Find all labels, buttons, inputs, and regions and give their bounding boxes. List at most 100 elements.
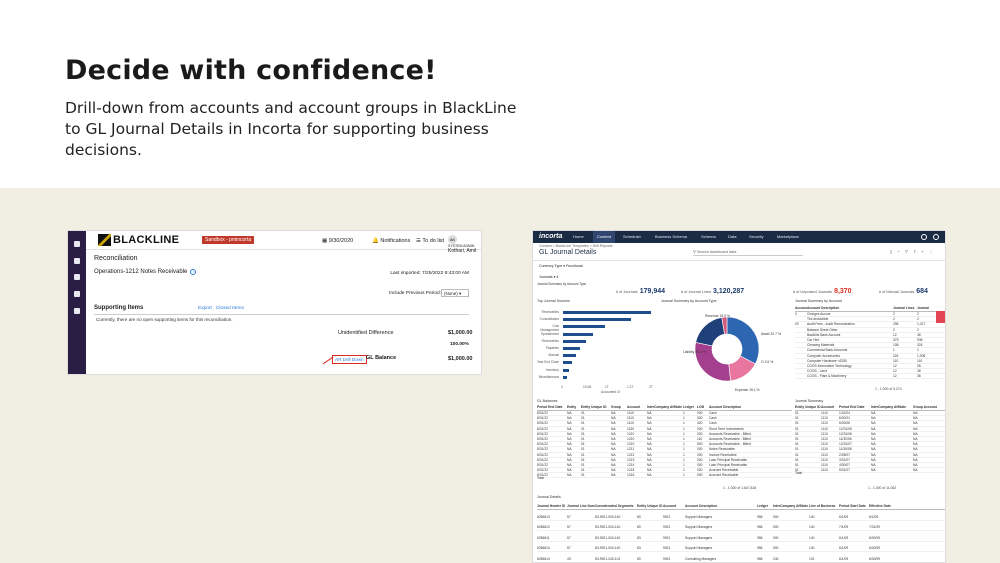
gl-pager[interactable]: 1 - 1,000 of 1,647,818 bbox=[723, 486, 756, 490]
kpi-manual-value: 684 bbox=[916, 288, 928, 295]
column-header[interactable]: Group bbox=[611, 405, 627, 409]
nav-business-schema[interactable]: Business Schema bbox=[655, 234, 687, 239]
column-header[interactable]: Entity Unique ID bbox=[795, 405, 821, 409]
summary-type-heading: Journal Summary by Account Type bbox=[537, 282, 587, 286]
column-header[interactable]: Journal Line Num bbox=[567, 503, 595, 510]
column-header[interactable]: Account bbox=[663, 503, 685, 510]
period-date[interactable]: ▦ 9/30/2020 bbox=[322, 238, 353, 244]
bar[interactable] bbox=[563, 361, 573, 365]
search-icon[interactable] bbox=[74, 241, 80, 247]
nav-scheduler[interactable]: Scheduler bbox=[623, 234, 641, 239]
pie-slice[interactable] bbox=[726, 316, 760, 365]
info-icon[interactable]: i bbox=[190, 269, 197, 275]
pie-slice[interactable] bbox=[695, 317, 725, 347]
table-cell: 956 bbox=[757, 514, 763, 519]
column-header[interactable]: Effective Date bbox=[869, 503, 899, 510]
bar[interactable] bbox=[563, 318, 632, 322]
table-cell: 140 bbox=[809, 535, 815, 540]
breadcrumb[interactable]: Content > BlackLine Templates > Drill Re… bbox=[539, 244, 612, 248]
column-header[interactable]: Account bbox=[795, 306, 807, 310]
nav-marketplace[interactable]: Marketplace bbox=[777, 234, 799, 239]
bar[interactable] bbox=[563, 354, 577, 358]
notifications-button[interactable]: 🔔 Notifications bbox=[372, 238, 410, 244]
column-header[interactable]: Entity Unique ID bbox=[581, 405, 611, 409]
ar-drill-down-link[interactable]: AR Drill Down bbox=[332, 355, 367, 364]
bookmark-icon[interactable]: ▯ bbox=[890, 249, 894, 254]
table-cell: 57 bbox=[567, 525, 571, 529]
summary-pager[interactable]: 1 - 1,000 of 11,062 bbox=[868, 486, 896, 490]
incorta-nav: incorta Home Content Scheduler Business … bbox=[533, 231, 945, 243]
dashboard-icon[interactable] bbox=[74, 274, 80, 280]
table-cell: 9921 bbox=[663, 525, 671, 529]
help-icon[interactable] bbox=[921, 234, 927, 240]
column-header[interactable]: Line of Business bbox=[809, 503, 839, 510]
column-header[interactable]: Concatenated Segments bbox=[595, 503, 637, 510]
nav-home[interactable]: Home bbox=[573, 234, 584, 239]
column-header[interactable]: InterCompany Affiliate bbox=[871, 405, 913, 409]
sandbox-badge: Sandbox - pmincorta bbox=[202, 236, 255, 244]
bar[interactable] bbox=[563, 347, 581, 350]
column-header[interactable]: Account bbox=[821, 405, 839, 409]
page-title: Reconciliation bbox=[94, 255, 138, 262]
table-cell: 83-9921-000-140 bbox=[595, 514, 621, 519]
export-link[interactable]: Export bbox=[198, 306, 212, 311]
pie-slice[interactable] bbox=[694, 342, 731, 382]
table-cell: 01 bbox=[581, 473, 585, 478]
add-icon[interactable]: + bbox=[922, 249, 926, 254]
table-cell: NA bbox=[871, 468, 876, 473]
bar[interactable] bbox=[563, 332, 593, 336]
history-icon[interactable] bbox=[74, 258, 80, 264]
bar[interactable] bbox=[563, 311, 651, 314]
account-pager[interactable]: 1 - 1,000 of 3,274 bbox=[875, 387, 902, 391]
include-prev-select[interactable]: (None) ▾ bbox=[441, 289, 469, 297]
column-header[interactable]: InterCompany Affiliate bbox=[647, 405, 683, 409]
bar[interactable] bbox=[563, 339, 587, 343]
column-header[interactable]: Entity Unique ID bbox=[637, 503, 663, 510]
table-cell: 9921 bbox=[663, 514, 671, 519]
user-menu[interactable]: AK SYSTEM ADMIN Kothari, Amit bbox=[448, 235, 481, 254]
nav-data[interactable]: Data bbox=[728, 234, 736, 239]
nav-schema[interactable]: Schema bbox=[701, 234, 716, 239]
column-header[interactable]: Journal Lines bbox=[893, 306, 917, 310]
bar[interactable] bbox=[563, 368, 569, 372]
document-icon[interactable] bbox=[74, 308, 80, 314]
column-header[interactable]: Journal Header ID bbox=[537, 503, 567, 510]
column-header[interactable]: Account Description bbox=[807, 306, 893, 310]
share-icon[interactable]: ⇪ bbox=[913, 249, 918, 254]
closed-items-link[interactable]: Closed Items bbox=[216, 306, 244, 311]
bar[interactable] bbox=[563, 325, 606, 329]
todo-button[interactable]: ☰ To do list bbox=[416, 238, 444, 244]
table-cell: 36 bbox=[917, 374, 921, 379]
supporting-links: Export Closed Items bbox=[198, 306, 244, 311]
column-header[interactable]: Account bbox=[627, 405, 647, 409]
table-cell: 000 bbox=[773, 535, 779, 540]
journals-filter[interactable]: Journals ▾ 4 bbox=[539, 275, 558, 279]
dashboard-toolbar[interactable]: ▯ ◔ ▽ ⇪ + ⋮ bbox=[890, 249, 935, 254]
nav-security[interactable]: Security bbox=[749, 234, 763, 239]
table-cell: NA bbox=[647, 473, 652, 478]
column-header[interactable]: Ledger bbox=[683, 405, 697, 409]
column-header[interactable]: Group Account bbox=[913, 405, 941, 409]
search-input[interactable]: ⚲ Search dashboard data bbox=[693, 248, 803, 256]
column-header[interactable]: Entity bbox=[567, 405, 581, 409]
more-icon[interactable]: ⋮ bbox=[929, 249, 935, 254]
nav-content[interactable]: Content bbox=[593, 231, 616, 243]
column-header[interactable]: Period Start Date bbox=[839, 503, 869, 510]
table-cell: 6256610 bbox=[537, 546, 550, 550]
filter-icon[interactable]: ▽ bbox=[905, 249, 910, 254]
profile-icon[interactable] bbox=[933, 234, 939, 240]
table-cell: 140 bbox=[809, 514, 815, 519]
column-header[interactable]: Period End Date bbox=[537, 405, 567, 409]
column-header[interactable]: LOB bbox=[697, 405, 709, 409]
settings-icon[interactable] bbox=[74, 291, 80, 297]
column-header[interactable]: InterCompany Affiliate bbox=[773, 503, 809, 510]
column-header[interactable]: Account Description bbox=[709, 405, 784, 409]
table-cell: 140 bbox=[809, 546, 815, 550]
column-header[interactable]: Account Description bbox=[685, 503, 757, 510]
currency-filter[interactable]: Currency Type ▾ Functional bbox=[539, 264, 583, 268]
bar[interactable] bbox=[563, 375, 568, 379]
column-header[interactable]: Journal bbox=[917, 306, 939, 310]
chart-icon[interactable]: ◔ bbox=[897, 249, 901, 254]
column-header[interactable]: Ledger bbox=[757, 503, 773, 510]
column-header[interactable]: Period End Date bbox=[839, 405, 871, 409]
